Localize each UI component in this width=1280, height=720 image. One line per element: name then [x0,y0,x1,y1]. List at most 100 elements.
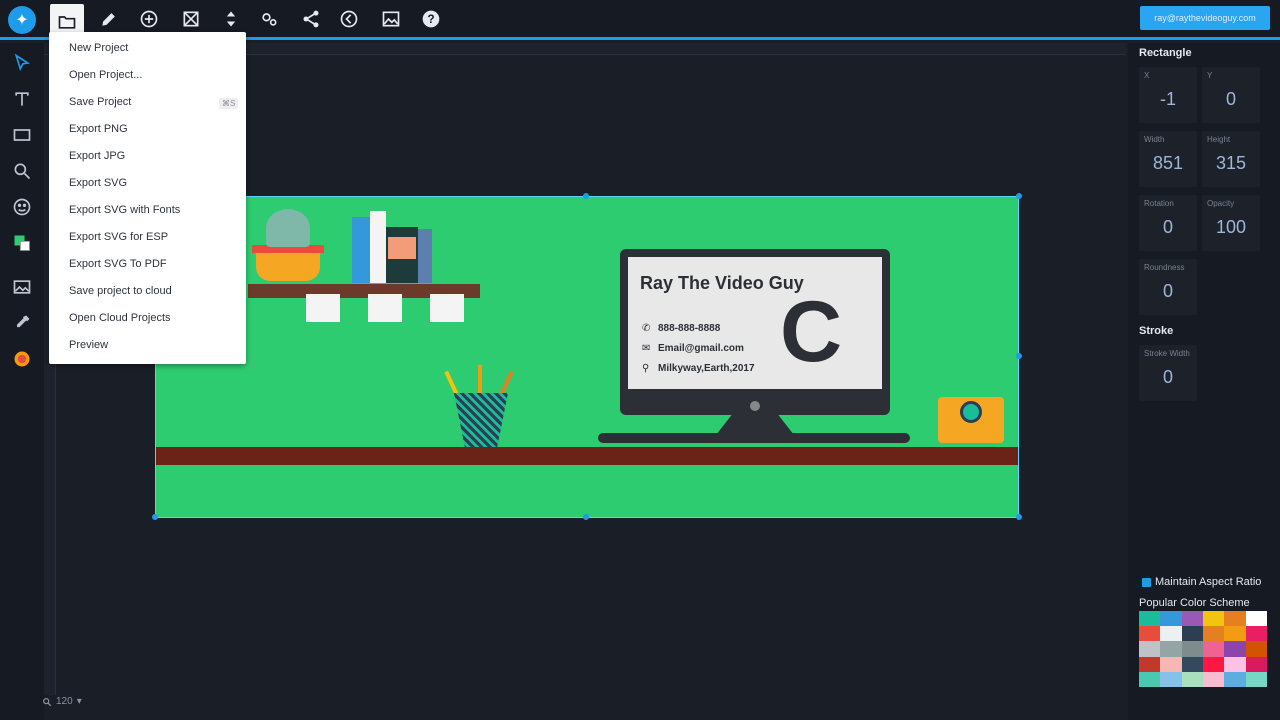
pointer-icon [14,53,31,72]
help-button[interactable]: ? [414,4,448,34]
camera-lens [960,401,982,423]
eyedropper-tool[interactable] [8,309,36,337]
book [370,211,386,283]
stroke-width-value: 0 [1162,367,1173,387]
color-swatch[interactable] [1139,671,1161,687]
y-value: 0 [1225,89,1236,109]
user-account-button[interactable]: ray@raythevideoguy.com [1140,6,1270,30]
sticker-icon [14,351,30,367]
color-swatch[interactable] [1160,641,1182,657]
resize-handle[interactable] [583,514,589,520]
edit-button[interactable] [92,4,126,34]
color-swatch[interactable] [1245,671,1267,687]
color-swatch[interactable] [1203,626,1225,642]
color-swatch[interactable] [1203,641,1225,657]
color-swatch[interactable] [1224,611,1246,627]
menu-item-save-project[interactable]: Save Project [69,96,131,108]
menu-item-preview[interactable]: Preview [69,339,108,351]
color-tool[interactable] [8,229,36,257]
color-swatch[interactable] [1160,671,1182,687]
gears-icon [262,13,277,26]
arrange-button[interactable] [214,4,248,34]
menu-item-export-svg[interactable]: Export SVG [69,177,127,189]
resize-button[interactable] [174,4,208,34]
roundness-field[interactable]: Roundness 0 [1139,259,1197,315]
emoji-tool[interactable] [8,193,36,221]
zoom-tool[interactable] [8,157,36,185]
card-phone: 888-888-8888 [658,323,721,334]
menu-item-export-png[interactable]: Export PNG [69,123,128,135]
app-window: ✦ ? ray@raythevideoguy.com Ray The Video… [0,0,1280,720]
color-swatch[interactable] [1245,656,1267,672]
menu-item-save-project-to-cloud[interactable]: Save project to cloud [69,285,172,297]
resize-handle[interactable] [152,514,158,520]
color-swatch[interactable] [1160,611,1182,627]
back-button[interactable] [332,4,366,34]
menu-item-export-svg-for-esp[interactable]: Export SVG for ESP [69,231,168,243]
book [418,229,432,283]
menu-item-open-project[interactable]: Open Project... [69,69,142,81]
maintain-aspect-checkbox[interactable]: Maintain Aspect Ratio [1142,576,1261,588]
height-value: 315 [1215,153,1247,173]
resize-handle[interactable] [583,193,589,199]
rotation-field[interactable]: Rotation 0 [1139,195,1197,251]
select-tool[interactable] [8,49,36,77]
color-swatch[interactable] [1245,641,1267,657]
back-icon [340,10,358,28]
color-swatch[interactable] [1181,671,1203,687]
rectangle-tool[interactable] [8,121,36,149]
color-swatch[interactable] [1139,611,1161,627]
color-swatch[interactable] [1203,611,1225,627]
color-swatch[interactable] [1181,611,1203,627]
resize-handle[interactable] [1016,353,1022,359]
color-swatch[interactable] [1181,656,1203,672]
zoom-control[interactable]: 120 ▾ [42,696,82,707]
zoom-value: 120 [56,696,73,707]
plant-leaves [266,209,310,247]
color-swatch[interactable] [1181,626,1203,642]
image-button[interactable] [374,4,408,34]
text-tool[interactable] [8,85,36,113]
resize-handle[interactable] [1016,193,1022,199]
color-swatch[interactable] [1139,641,1161,657]
design-canvas[interactable]: Ray The Video Guy ✆ 888-888-8888 ✉ Email… [155,196,1019,518]
color-swatch[interactable] [1181,641,1203,657]
height-field[interactable]: Height 315 [1202,131,1260,187]
menu-item-export-svg-to-pdf[interactable]: Export SVG To PDF [69,258,167,270]
smiley-icon [13,198,31,216]
plus-circle-icon [140,10,158,28]
add-button[interactable] [132,4,166,34]
color-swatch[interactable] [1203,656,1225,672]
color-swatch[interactable] [1224,671,1246,687]
arrange-icon [226,11,236,27]
panel-title: Rectangle [1139,47,1192,59]
settings-button[interactable] [252,4,286,34]
stroke-width-field[interactable]: Stroke Width 0 [1139,345,1197,401]
opacity-field[interactable]: Opacity 100 [1202,195,1260,251]
logo-icon[interactable]: ✦ [8,6,36,34]
color-swatch[interactable] [1224,641,1246,657]
sticker-tool[interactable] [8,345,36,373]
color-swatch[interactable] [1245,626,1267,642]
color-swatch[interactable] [1139,656,1161,672]
color-swatch[interactable] [1224,626,1246,642]
y-field[interactable]: Y 0 [1202,67,1260,123]
x-field[interactable]: X -1 [1139,67,1197,123]
share-button[interactable] [294,4,328,34]
color-swatch[interactable] [1245,611,1267,627]
menu-item-export-jpg[interactable]: Export JPG [69,150,125,162]
color-swatch[interactable] [1139,626,1161,642]
menu-item-open-cloud-projects[interactable]: Open Cloud Projects [69,312,171,324]
color-swatch[interactable] [1203,671,1225,687]
menu-item-export-svg-with-fonts[interactable]: Export SVG with Fonts [69,204,180,216]
color-swatch[interactable] [1224,656,1246,672]
image-tool[interactable] [8,273,36,301]
x-value: -1 [1159,89,1176,109]
width-field[interactable]: Width 851 [1139,131,1197,187]
resize-handle[interactable] [1016,514,1022,520]
zoom-icon [43,697,52,706]
shelf-note [368,294,402,322]
menu-item-new-project[interactable]: New Project [69,42,128,54]
color-swatch[interactable] [1160,656,1182,672]
color-swatch[interactable] [1160,626,1182,642]
